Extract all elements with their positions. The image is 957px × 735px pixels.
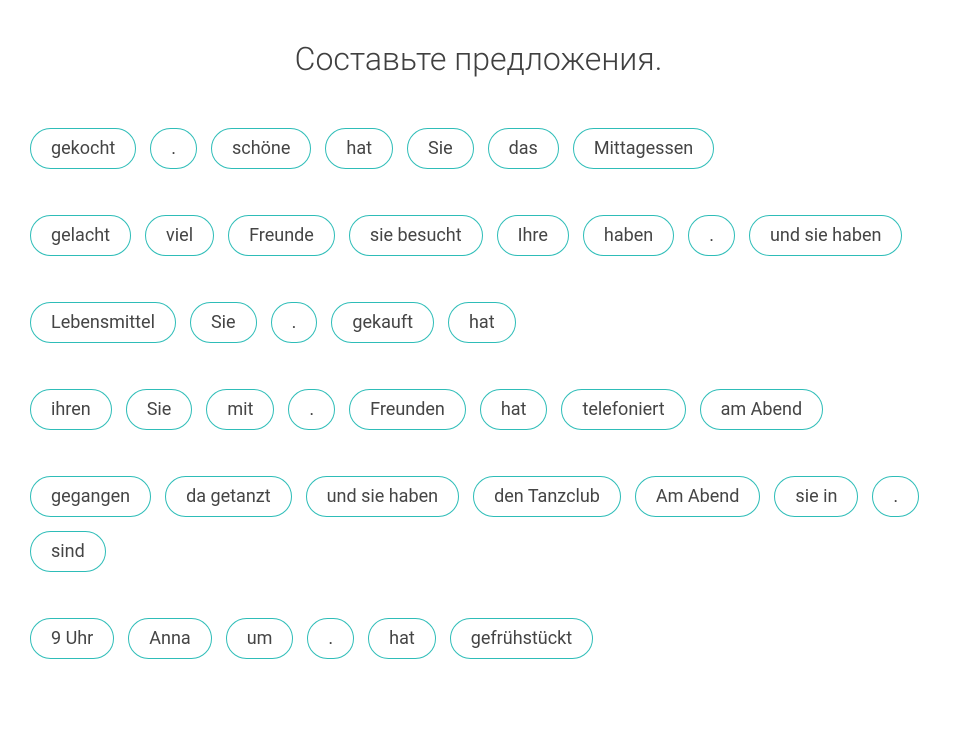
sentence-group: Lebensmittel Sie. gekauft hat [30,302,927,343]
word-chip[interactable]: sie besucht [349,215,483,256]
word-chip[interactable]: . [271,302,318,343]
sentence-group: 9 Uhr Annaum. hat gefrühstückt [30,618,927,659]
word-chip[interactable]: gekauft [331,302,434,343]
word-chip[interactable]: und sie haben [306,476,459,517]
word-chip[interactable]: . [150,128,197,169]
sentence-groups-container: gekocht.schönehatSiedasMittagessengelach… [30,128,927,659]
word-chip[interactable]: sie in [774,476,858,517]
word-chip[interactable]: hat [480,389,548,430]
word-chip[interactable]: da getanzt [165,476,292,517]
word-chip[interactable]: Sie [407,128,474,169]
word-chip[interactable]: Mittagessen [573,128,714,169]
word-chip[interactable]: gekocht [30,128,136,169]
word-chip[interactable]: telefoniert [561,389,685,430]
word-chip[interactable]: Lebensmittel [30,302,176,343]
word-chip[interactable]: schöne [211,128,311,169]
word-chip[interactable]: Am Abend [635,476,760,517]
sentence-group: ihren Siemit. Freunden hat telefoniert am Abe… [30,389,927,430]
word-chip[interactable]: sind [30,531,106,572]
exercise-title: Составьте предложения. [30,40,927,78]
word-chip[interactable]: Freunde [228,215,335,256]
word-chip[interactable]: . [288,389,335,430]
sentence-group: gelacht viel Freunde sie besucht Ihre haben. u… [30,215,927,256]
word-chip[interactable]: am Abend [700,389,824,430]
word-chip[interactable]: das [488,128,559,169]
sentence-group: gekocht. schöne hat Siedas Mittagessen [30,128,927,169]
word-chip[interactable]: hat [448,302,516,343]
word-chip[interactable]: mit [206,389,274,430]
word-chip[interactable]: . [872,476,919,517]
sentence-group: gegangen da getanzt und sie haben den Tanzc… [30,476,927,572]
word-chip[interactable]: gegangen [30,476,151,517]
word-chip[interactable]: viel [145,215,214,256]
word-chip[interactable]: um [226,618,294,659]
word-chip[interactable]: ihren [30,389,112,430]
word-chip[interactable]: und sie haben [749,215,902,256]
word-chip[interactable]: hat [325,128,393,169]
word-chip[interactable]: gefrühstückt [450,618,593,659]
word-chip[interactable]: 9 Uhr [30,618,114,659]
word-chip[interactable]: Sie [190,302,257,343]
word-chip[interactable]: hat [368,618,436,659]
word-chip[interactable]: Freunden [349,389,466,430]
word-chip[interactable]: Anna [128,618,211,659]
word-chip[interactable]: gelacht [30,215,131,256]
word-chip[interactable]: . [688,215,735,256]
word-chip[interactable]: . [307,618,354,659]
word-chip[interactable]: den Tanzclub [473,476,621,517]
word-chip[interactable]: Sie [126,389,193,430]
word-chip[interactable]: Ihre [497,215,569,256]
word-chip[interactable]: haben [583,215,674,256]
